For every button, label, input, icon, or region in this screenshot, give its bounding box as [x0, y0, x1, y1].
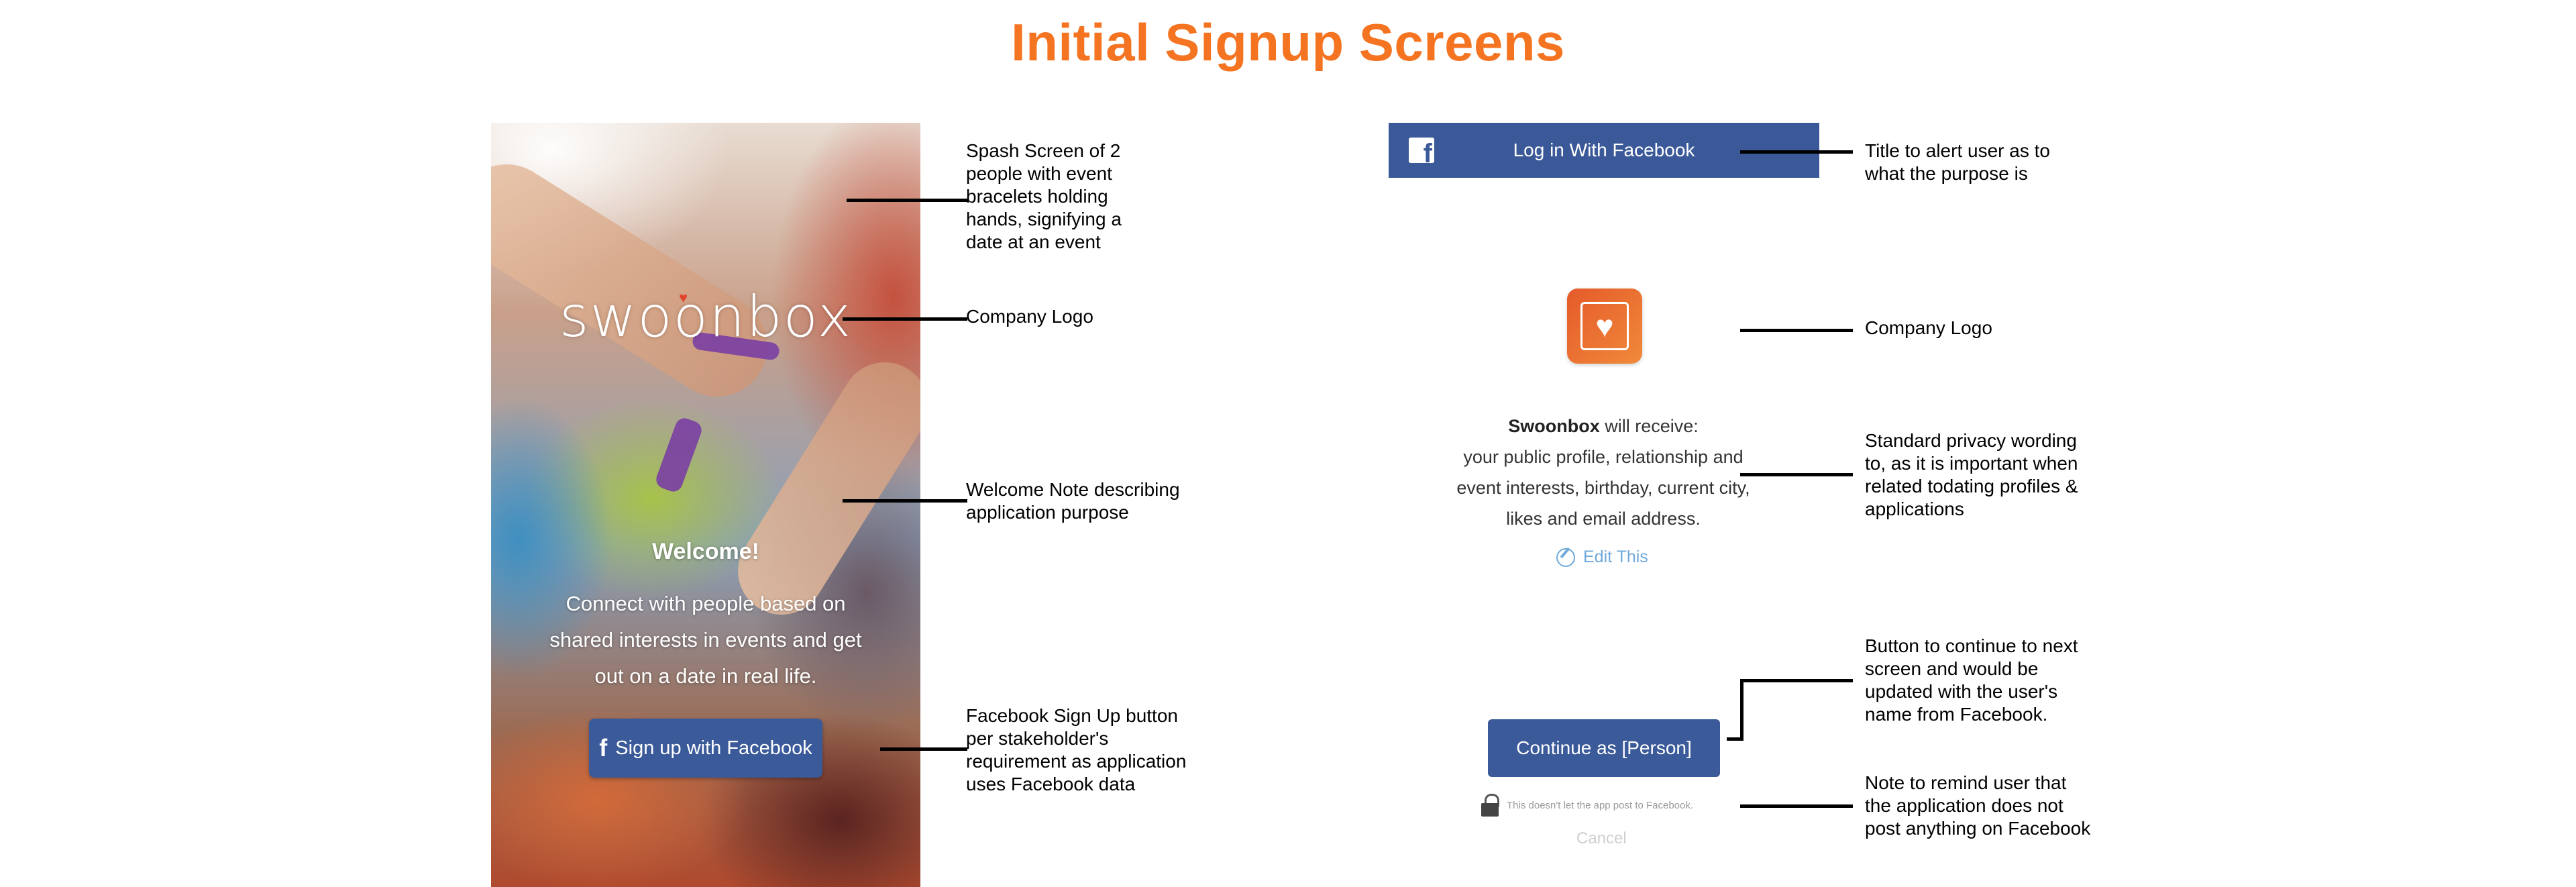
logo-heart-icon: ♥ — [679, 289, 688, 306]
welcome-line: Connect with people based on — [566, 592, 846, 615]
annotation-line-text: related todating profiles & — [1865, 476, 2078, 497]
annotation-line-text: bracelets holding — [966, 186, 1108, 207]
privacy-line: event interests, birthday, current city, — [1456, 478, 1750, 498]
annotation-welcome-note: Welcome Note describing application purp… — [966, 478, 1180, 524]
annotation-title: Title to alert user as to what the purpo… — [1865, 140, 2050, 185]
annotation-line — [1740, 329, 1853, 332]
annotation-line — [1740, 804, 1853, 808]
annotation-privacy: Standard privacy wording to, as it is im… — [1865, 429, 2078, 521]
annotation-line-text: hands, signifying a — [966, 209, 1122, 229]
facebook-signup-button[interactable]: f Sign up with Facebook — [589, 719, 822, 778]
privacy-receive-text: will receive: — [1599, 416, 1699, 436]
annotation-line-text: to, as it is important when — [1865, 453, 2078, 474]
edit-link-label: Edit This — [1583, 547, 1648, 566]
annotation-line-text: date at an event — [966, 231, 1101, 252]
annotation-line — [1740, 679, 1853, 682]
annotation-line-text: updated with the user's — [1865, 681, 2058, 702]
splash-photo-bracelet — [653, 415, 704, 494]
facebook-logo-icon: f — [1409, 138, 1434, 163]
annotation-line — [847, 199, 967, 202]
privacy-line: Swoonbox will receive: — [1429, 411, 1778, 441]
annotation-line-text: Note to remind user that — [1865, 772, 2067, 793]
annotation-line-text: uses Facebook data — [966, 774, 1136, 794]
continue-as-person-button[interactable]: Continue as [Person] — [1488, 719, 1720, 777]
annotation-line — [880, 747, 967, 751]
lock-icon — [1481, 794, 1499, 817]
annotation-facebook-signup: Facebook Sign Up button per stakeholder'… — [966, 705, 1186, 796]
annotation-line-text: applications — [1865, 499, 1964, 519]
annotation-line-text: Facebook Sign Up button — [966, 705, 1178, 726]
annotation-line-text: Standard privacy wording — [1865, 430, 2077, 451]
annotation-splash-image: Spash Screen of 2 people with event brac… — [966, 140, 1122, 254]
cancel-link[interactable]: Cancel — [1576, 829, 1627, 848]
annotation-company-logo-left: Company Logo — [966, 305, 1093, 328]
privacy-text: Swoonbox will receive: your public profi… — [1429, 411, 1778, 534]
annotation-line-text: Welcome Note describing — [966, 479, 1180, 500]
no-post-note: This doesn't let the app post to Faceboo… — [1481, 794, 1693, 817]
privacy-line: likes and email address. — [1506, 509, 1701, 529]
annotation-line-text: per stakeholder's — [966, 728, 1109, 749]
annotation-line-text: the application does not — [1865, 795, 2063, 816]
annotation-line-text: what the purpose is — [1865, 163, 2028, 184]
annotation-line-text: name from Facebook. — [1865, 704, 2048, 725]
welcome-message: Connect with people based on shared inte… — [531, 586, 880, 694]
annotation-line-text: post anything on Facebook — [1865, 818, 2091, 839]
annotation-line-text: requirement as application — [966, 751, 1187, 772]
facebook-f-icon: f — [599, 734, 608, 762]
annotation-line-text: application purpose — [966, 502, 1129, 523]
annotation-line-text: Company Logo — [1865, 317, 1992, 338]
annotation-line-text: Title to alert user as to — [1865, 140, 2050, 161]
annotation-line — [1727, 737, 1743, 741]
edit-pencil-icon — [1556, 547, 1575, 567]
annotation-line — [1740, 473, 1853, 476]
splash-photo-arm-left — [491, 145, 787, 416]
splash-screen: swoonbox ♥ Welcome! Connect with people … — [491, 123, 920, 887]
annotation-line-text: people with event — [966, 163, 1112, 184]
annotation-line — [843, 499, 967, 503]
annotation-company-logo-right: Company Logo — [1865, 317, 1992, 340]
annotation-line-text: Button to continue to next — [1865, 635, 2078, 656]
welcome-line: shared interests in events and get — [549, 628, 862, 651]
privacy-line: your public profile, relationship and — [1463, 447, 1743, 467]
annotation-continue: Button to continue to next screen and wo… — [1865, 635, 2078, 726]
facebook-login-title: Log in With Facebook — [1513, 140, 1695, 160]
annotation-line — [843, 317, 967, 321]
annotation-line — [1740, 679, 1743, 741]
heart-icon: ♥ — [1580, 302, 1629, 350]
swoonbox-logo: swoonbox — [559, 284, 853, 350]
welcome-heading: Welcome! — [652, 539, 759, 564]
edit-permissions-link[interactable]: Edit This — [1556, 547, 1648, 567]
no-post-text: This doesn't let the app post to Faceboo… — [1507, 799, 1694, 811]
annotation-no-post: Note to remind user that the application… — [1865, 772, 2090, 840]
annotation-line-text: Company Logo — [966, 306, 1093, 327]
annotation-line-text: Spash Screen of 2 — [966, 140, 1121, 161]
annotation-line — [1740, 150, 1853, 154]
welcome-line: out on a date in real life. — [594, 664, 817, 688]
swoonbox-app-icon: ♥ — [1567, 289, 1642, 364]
facebook-signup-label: Sign up with Facebook — [615, 737, 812, 759]
page-title: Initial Signup Screens — [1011, 13, 1565, 72]
annotation-line-text: screen and would be — [1865, 658, 2039, 679]
privacy-app-name: Swoonbox — [1508, 416, 1600, 436]
